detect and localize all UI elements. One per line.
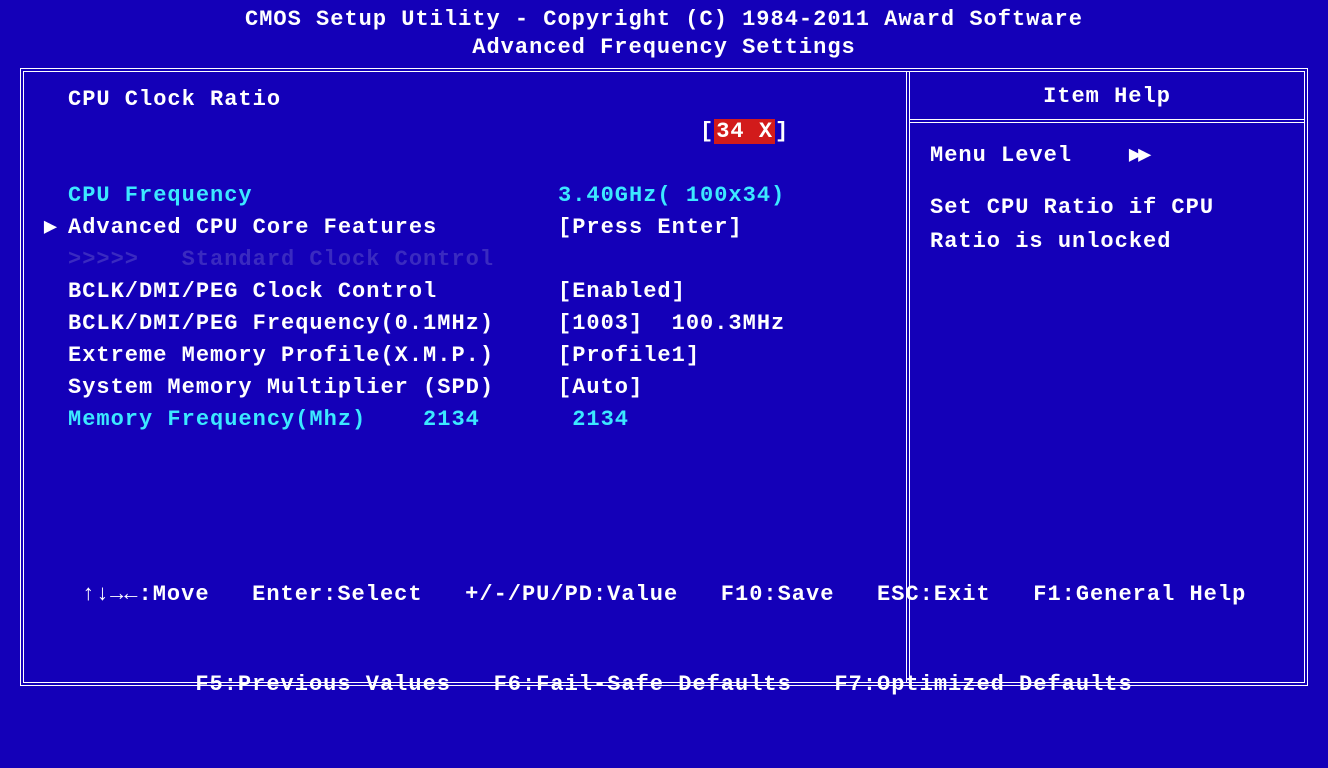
bios-screen: CMOS Setup Utility - Copyright (C) 1984-…: [0, 0, 1328, 768]
setting-value[interactable]: [Profile1]: [558, 340, 894, 372]
row-marker: [34, 84, 68, 116]
submenu-marker-icon: ▶: [34, 212, 68, 244]
setting-cpu-clock-ratio[interactable]: CPU Clock Ratio [34 X]: [34, 84, 894, 180]
setting-value[interactable]: [Auto]: [558, 372, 894, 404]
help-title: Item Help: [910, 84, 1304, 123]
row-marker: [34, 340, 68, 372]
section-label: >>>>> Standard Clock Control: [68, 244, 558, 276]
key-legend: ↑↓→←:Move Enter:Select +/-/PU/PD:Value F…: [0, 520, 1328, 760]
setting-value: 3.40GHz( 100x34): [558, 180, 894, 212]
help-text-line: Ratio is unlocked: [930, 225, 1284, 259]
setting-value: 2134: [558, 404, 894, 436]
setting-advanced-cpu[interactable]: ▶ Advanced CPU Core Features [Press Ente…: [34, 212, 894, 244]
setting-label: Extreme Memory Profile(X.M.P.): [68, 340, 558, 372]
row-marker: [34, 244, 68, 276]
help-text-line: Set CPU Ratio if CPU: [930, 191, 1284, 225]
selected-value[interactable]: 34 X: [714, 119, 775, 144]
row-marker: [34, 276, 68, 308]
setting-label: BCLK/DMI/PEG Clock Control: [68, 276, 558, 308]
menu-level-label: Menu Level: [930, 143, 1072, 168]
setting-value[interactable]: [1003] 100.3MHz: [558, 308, 894, 340]
header-title: CMOS Setup Utility - Copyright (C) 1984-…: [0, 6, 1328, 34]
setting-label: BCLK/DMI/PEG Frequency(0.1MHz): [68, 308, 558, 340]
setting-memory-multiplier[interactable]: System Memory Multiplier (SPD) [Auto]: [34, 372, 894, 404]
setting-value[interactable]: [Enabled]: [558, 276, 894, 308]
header-subtitle: Advanced Frequency Settings: [0, 34, 1328, 62]
setting-memory-frequency: Memory Frequency(Mhz) 2134 2134: [34, 404, 894, 436]
help-body: Menu Level ▶▶ Set CPU Ratio if CPU Ratio…: [910, 123, 1304, 275]
setting-label: System Memory Multiplier (SPD): [68, 372, 558, 404]
setting-label: Advanced CPU Core Features: [68, 212, 558, 244]
chevron-right-icon: ▶▶: [1129, 143, 1148, 168]
setting-xmp[interactable]: Extreme Memory Profile(X.M.P.) [Profile1…: [34, 340, 894, 372]
row-marker: [34, 404, 68, 436]
setting-label: Memory Frequency(Mhz) 2134: [68, 404, 558, 436]
bracket-right: ]: [775, 119, 789, 144]
header: CMOS Setup Utility - Copyright (C) 1984-…: [0, 0, 1328, 62]
setting-bclk-frequency[interactable]: BCLK/DMI/PEG Frequency(0.1MHz) [1003] 10…: [34, 308, 894, 340]
row-marker: [34, 372, 68, 404]
setting-label: CPU Clock Ratio: [68, 84, 558, 116]
row-marker: [34, 180, 68, 212]
spacer: [930, 173, 1284, 191]
section-header-standard-clock: >>>>> Standard Clock Control: [34, 244, 894, 276]
legend-line-2: F5:Previous Values F6:Fail-Safe Defaults…: [0, 670, 1328, 700]
setting-bclk-clock-control[interactable]: BCLK/DMI/PEG Clock Control [Enabled]: [34, 276, 894, 308]
row-marker: [34, 308, 68, 340]
setting-cpu-frequency: CPU Frequency 3.40GHz( 100x34): [34, 180, 894, 212]
menu-level-row: Menu Level ▶▶: [930, 139, 1284, 173]
bracket-left: [: [700, 119, 714, 144]
setting-value[interactable]: [34 X]: [558, 84, 894, 180]
setting-label: CPU Frequency: [68, 180, 558, 212]
setting-value[interactable]: [Press Enter]: [558, 212, 894, 244]
legend-line-1: ↑↓→←:Move Enter:Select +/-/PU/PD:Value F…: [0, 580, 1328, 610]
